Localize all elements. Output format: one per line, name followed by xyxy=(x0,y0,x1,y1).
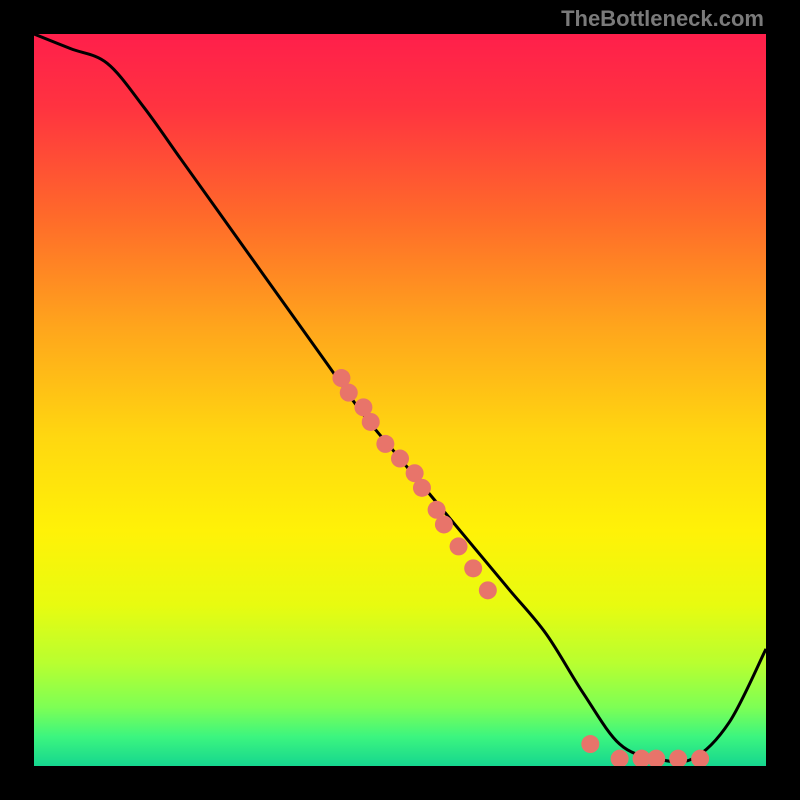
data-point xyxy=(669,750,687,766)
watermark-text: TheBottleneck.com xyxy=(561,6,764,32)
data-point xyxy=(464,559,482,577)
data-point xyxy=(479,581,497,599)
data-point xyxy=(391,450,409,468)
data-point xyxy=(340,384,358,402)
curve-layer xyxy=(34,34,766,766)
plot-area xyxy=(34,34,766,766)
data-point xyxy=(611,750,629,766)
data-point xyxy=(647,750,665,766)
data-point xyxy=(581,735,599,753)
data-point xyxy=(376,435,394,453)
data-point xyxy=(362,413,380,431)
data-points xyxy=(332,369,709,766)
main-curve xyxy=(34,34,766,762)
data-point xyxy=(450,537,468,555)
chart-container: TheBottleneck.com xyxy=(0,0,800,800)
data-point xyxy=(691,750,709,766)
data-point xyxy=(435,515,453,533)
data-point xyxy=(413,479,431,497)
